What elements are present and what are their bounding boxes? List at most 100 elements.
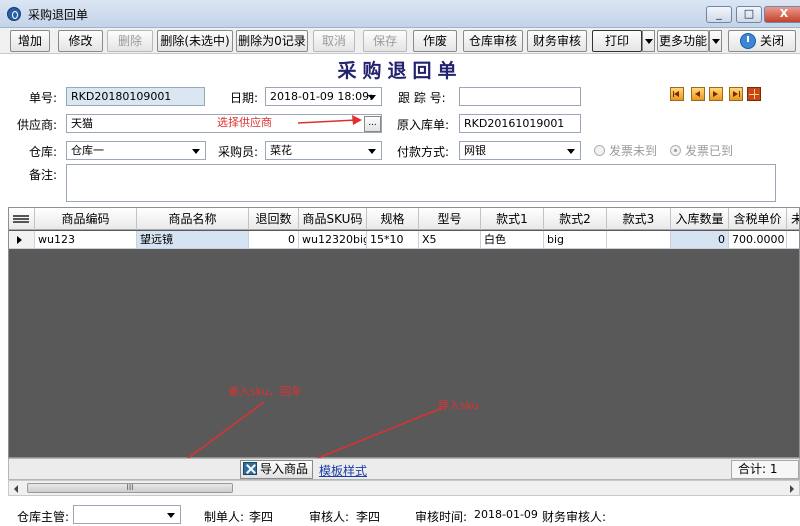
audit-time-label: 审核时间: [415,510,468,524]
annotation-arrow-supplier [297,115,362,125]
date-picker[interactable]: 2018-01-09 18:09: [265,87,382,106]
warehouse-label: 仓库: [29,145,58,159]
cell-style1[interactable]: 白色 [481,231,544,249]
grid-header: 商品编码 商品名称 退回数 商品SKU码 规格 型号 款式1 款式2 款式3 入… [9,208,799,230]
col-header[interactable]: 商品SKU码 [299,208,367,230]
orig-order-field[interactable]: RKD20161019001 [459,114,581,133]
app-icon [7,7,21,21]
cell-sku-barcode[interactable]: wu12320big [299,231,367,249]
cell-spec[interactable]: 15*10 [367,231,419,249]
col-header[interactable]: 规格 [367,208,419,230]
table-row[interactable]: wu123 望远镜 0 wu12320big 15*10 X5 白色 big 0… [9,231,799,249]
col-header[interactable]: 退回数 [249,208,299,230]
supplier-label: 供应商: [17,118,58,132]
print-label: 打印 [604,34,629,48]
tracking-field[interactable] [459,87,581,106]
col-header[interactable]: 商品编码 [35,208,137,230]
cell-stock-qty[interactable]: 0 [671,231,729,249]
scroll-thumb[interactable]: III [27,483,233,493]
grid-view-icon[interactable] [747,87,761,101]
scroll-left-icon[interactable] [14,485,18,493]
cancel-button[interactable]: 取消 [313,30,355,52]
menu-icon [13,215,29,223]
form-title: 采购退回单 [337,60,463,82]
power-icon [739,32,756,49]
first-record-button[interactable] [670,87,684,101]
audit-time-value: 2018-01-09 [474,508,538,521]
select-supplier-button[interactable]: ... [364,116,381,132]
window-titlebar: 采购退回单 _ □ X [0,0,800,28]
warehouse-select[interactable]: 仓库一 [66,141,206,160]
remark-field[interactable] [66,164,776,202]
print-dropdown-button[interactable] [642,30,655,52]
creator-value: 李四 [249,510,274,524]
invoice-not-arrived-label: 发票未到 [609,144,658,158]
grid-menu-button[interactable] [9,208,35,230]
more-functions-button[interactable]: 更多功能 [657,30,709,52]
more-dropdown-button[interactable] [709,30,722,52]
maximize-button[interactable]: □ [736,6,762,23]
void-button[interactable]: 作废 [413,30,457,52]
finance-audit-button[interactable]: 财务审核 [527,30,587,52]
warehouse-audit-button[interactable]: 仓库审核 [463,30,523,52]
creator-label: 制单人: [204,510,245,524]
col-header[interactable]: 款式2 [544,208,607,230]
col-header[interactable]: 未 [787,208,799,230]
col-header[interactable]: 含税单价 [729,208,787,230]
cell-product-name[interactable]: 望远镜 [137,231,249,249]
edit-button[interactable]: 修改 [58,30,103,52]
cell-return-qty[interactable]: 0 [249,231,299,249]
delete-zero-button[interactable]: 删除为0记录 [236,30,308,52]
order-no-label: 单号: [29,91,58,105]
toolbar: 增加 修改 删除 删除(未选中) 删除为0记录 取消 保存 作废 仓库审核 财务… [0,28,800,54]
delete-button[interactable]: 删除 [107,30,153,52]
total-count: 合计: 1 [731,460,799,479]
buyer-select[interactable]: 菜花 [265,141,382,160]
scroll-right-icon[interactable] [790,485,794,493]
next-record-button[interactable] [709,87,723,101]
import-products-button[interactable]: 导入商品 [240,460,314,479]
date-label: 日期: [230,91,259,105]
prev-record-button[interactable] [691,87,705,101]
row-pointer-icon [17,236,22,244]
cell-style2[interactable]: big [544,231,607,249]
invoice-arrived-label: 发票已到 [685,144,734,158]
row-indicator[interactable] [9,231,35,249]
order-no-field[interactable]: RKD20180109001 [66,87,205,106]
invoice-arrived-radio[interactable]: 发票已到 [670,142,733,159]
window-title: 采购退回单 [28,8,89,22]
print-button[interactable]: 打印 [592,30,642,52]
save-button[interactable]: 保存 [363,30,407,52]
last-record-button[interactable] [729,87,743,101]
manager-select[interactable] [73,505,181,524]
add-button[interactable]: 增加 [10,30,50,52]
col-header[interactable]: 款式3 [607,208,671,230]
delete-unselected-button[interactable]: 删除(未选中) [157,30,233,52]
cell-unit-price[interactable]: 700.0000 [729,231,787,249]
payment-select[interactable]: 网银 [459,141,581,160]
template-style-link[interactable]: 模板样式 [319,462,367,479]
invoice-not-arrived-radio[interactable]: 发票未到 [594,142,657,159]
auditor-value: 李四 [356,510,381,524]
buyer-label: 采购员: [218,145,259,159]
col-header[interactable]: 入库数量 [671,208,729,230]
close-label: 关闭 [759,34,784,48]
radio-unchecked-icon [594,145,605,156]
auditor-label: 审核人: [309,510,350,524]
tracking-label: 跟 踪 号: [398,91,446,105]
grid-footer: 导入商品 模板样式 合计: 1 [8,458,800,480]
manager-label: 仓库主管: [17,510,70,524]
minimize-button[interactable]: _ [706,6,732,23]
excel-icon [243,462,257,475]
col-header[interactable]: 型号 [419,208,481,230]
col-header[interactable]: 款式1 [481,208,544,230]
annotation-select-supplier: 选择供应商 [217,116,272,129]
cell-sku-code[interactable]: wu123 [35,231,137,249]
col-header[interactable]: 商品名称 [137,208,249,230]
cell-extra[interactable] [787,231,799,249]
cell-model[interactable]: X5 [419,231,481,249]
window-close-button[interactable]: X [764,6,800,23]
cell-style3[interactable] [607,231,671,249]
horizontal-scrollbar[interactable]: III [8,480,800,496]
close-button[interactable]: 关闭 [728,30,796,52]
